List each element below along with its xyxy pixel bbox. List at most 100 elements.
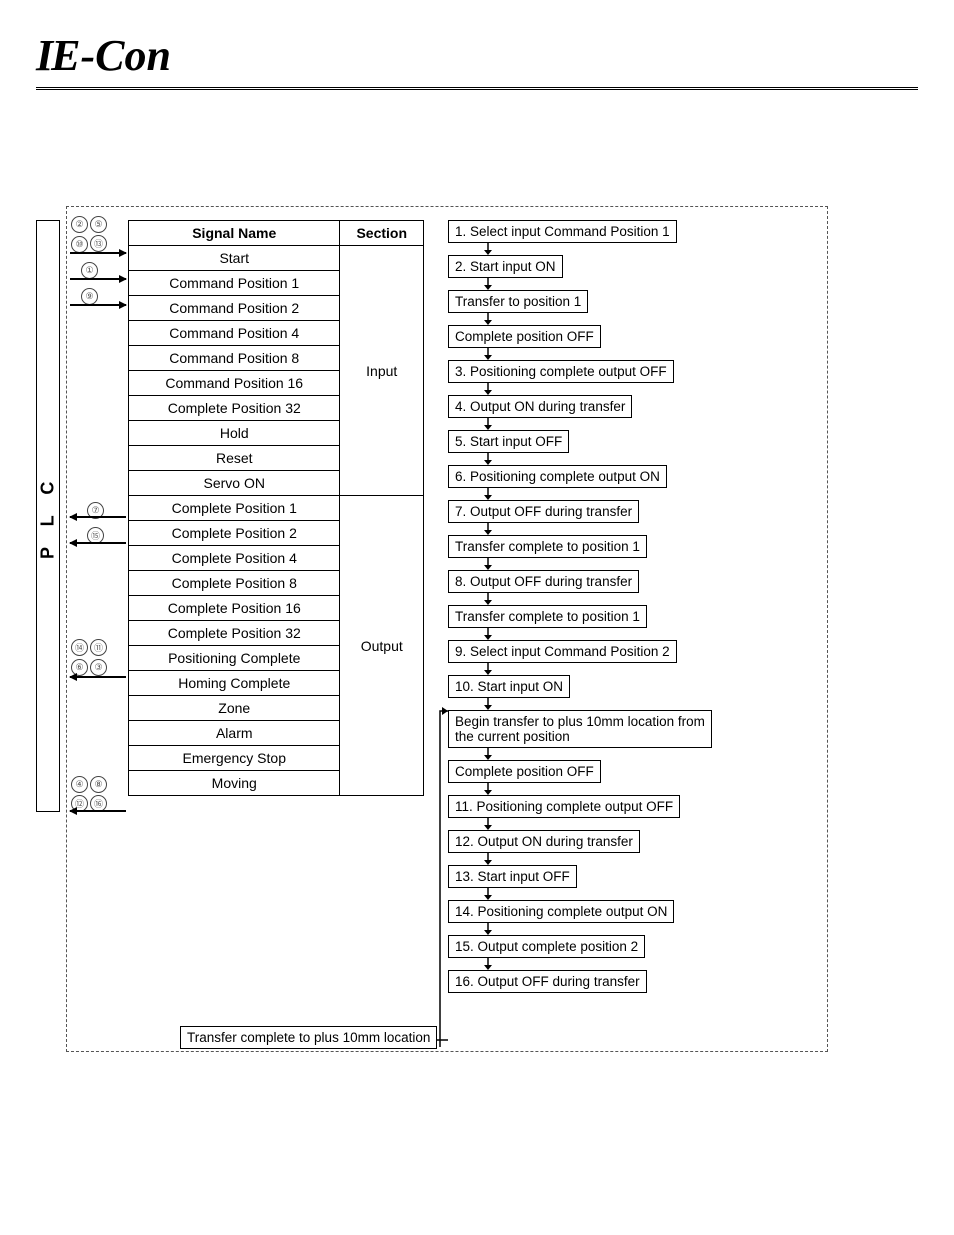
flow-step: 11. Positioning complete output OFF xyxy=(448,795,680,818)
down-arrow-icon xyxy=(482,663,822,675)
arrow-right-icon xyxy=(70,252,126,254)
flow-step: Transfer to position 1 xyxy=(448,290,588,313)
arrow-right-icon xyxy=(70,278,126,280)
flow-step: 1. Select input Command Position 1 xyxy=(448,220,677,243)
signal-cell: Emergency Stop xyxy=(129,746,340,771)
circled-number: ⑧ xyxy=(90,776,107,793)
brand-suffix: -Con xyxy=(80,30,170,81)
brand-prefix: IE xyxy=(36,30,78,81)
header-rule xyxy=(36,87,918,90)
signal-cell: Command Position 2 xyxy=(129,296,340,321)
col-header-section: Section xyxy=(340,221,424,246)
col-header-signal: Signal Name xyxy=(129,221,340,246)
down-arrow-icon xyxy=(482,348,822,360)
signal-cell: Positioning Complete xyxy=(129,646,340,671)
signal-cell: Complete Position 4 xyxy=(129,546,340,571)
down-arrow-icon xyxy=(482,243,822,255)
down-arrow-icon xyxy=(482,488,822,500)
brand-logo: IE -Con xyxy=(36,30,918,81)
circled-number: ④ xyxy=(71,776,88,793)
arrow-left-icon xyxy=(70,810,126,812)
flow-step: 6. Positioning complete output ON xyxy=(448,465,667,488)
flow-step: Transfer complete to position 1 xyxy=(448,605,647,628)
flow-step: 16. Output OFF during transfer xyxy=(448,970,647,993)
down-arrow-icon xyxy=(482,958,822,970)
arrow-left-icon xyxy=(70,542,126,544)
circled-number: ⑤ xyxy=(90,216,107,233)
flow-step: 10. Start input ON xyxy=(448,675,570,698)
signal-cell: Command Position 8 xyxy=(129,346,340,371)
signal-cell: Command Position 16 xyxy=(129,371,340,396)
down-arrow-icon xyxy=(482,923,822,935)
down-arrow-icon xyxy=(482,453,822,465)
circled-number: ⑬ xyxy=(90,235,107,252)
flow-step: Complete position OFF xyxy=(448,325,601,348)
down-arrow-icon xyxy=(482,558,822,570)
arrow-right-icon xyxy=(70,304,126,306)
flow-step: Transfer complete to position 1 xyxy=(448,535,647,558)
down-arrow-icon xyxy=(482,593,822,605)
flow-step: 8. Output OFF during transfer xyxy=(448,570,639,593)
flowchart: 1. Select input Command Position 1 2. St… xyxy=(442,220,822,993)
flow-step: 4. Output ON during transfer xyxy=(448,395,632,418)
circled-number: ⑪ xyxy=(90,639,107,656)
down-arrow-icon xyxy=(482,818,822,830)
signal-cell: Hold xyxy=(129,421,340,446)
flow-step: Complete position OFF xyxy=(448,760,601,783)
section-cell-input: Input xyxy=(340,246,424,496)
signal-cell: Command Position 1 xyxy=(129,271,340,296)
flow-step: 12. Output ON during transfer xyxy=(448,830,640,853)
flow-step: 3. Positioning complete output OFF xyxy=(448,360,674,383)
circled-number: ② xyxy=(71,216,88,233)
down-arrow-icon xyxy=(482,783,822,795)
signal-cell: Complete Position 32 xyxy=(129,621,340,646)
arrow-left-icon xyxy=(70,676,126,678)
down-arrow-icon xyxy=(482,313,822,325)
signal-cell: Complete Position 8 xyxy=(129,571,340,596)
signal-cell: Complete Position 2 xyxy=(129,521,340,546)
down-arrow-icon xyxy=(482,853,822,865)
down-arrow-icon xyxy=(482,628,822,640)
bubble-group-6: ⑭⑪ ⑥③ xyxy=(70,638,108,677)
circled-number: ③ xyxy=(90,659,107,676)
flow-step: 14. Positioning complete output ON xyxy=(448,900,674,923)
down-arrow-icon xyxy=(482,748,822,760)
bubble-group-3: ⑨ xyxy=(80,286,99,306)
feedback-arrow-icon xyxy=(432,707,448,1047)
signal-cell: Alarm xyxy=(129,721,340,746)
down-arrow-icon xyxy=(482,523,822,535)
signal-cell: Zone xyxy=(129,696,340,721)
flow-step: 5. Start input OFF xyxy=(448,430,569,453)
flow-step: 13. Start input OFF xyxy=(448,865,577,888)
final-box: Transfer complete to plus 10mm location xyxy=(180,1026,437,1049)
down-arrow-icon xyxy=(482,278,822,290)
down-arrow-icon xyxy=(482,698,822,710)
page: IE -Con P L C ②⑤ ⑩⑬ ① ⑨ ⑦ ⑮ ⑭⑪ ⑥③ ④⑧ ⑫⑯ xyxy=(0,0,954,1235)
down-arrow-icon xyxy=(482,383,822,395)
signal-cell: Complete Position 16 xyxy=(129,596,340,621)
section-cell-output: Output xyxy=(340,496,424,796)
signal-cell: Command Position 4 xyxy=(129,321,340,346)
flow-step: 7. Output OFF during transfer xyxy=(448,500,639,523)
flow-step: 2. Start input ON xyxy=(448,255,563,278)
arrow-left-icon xyxy=(70,516,126,518)
signal-cell: Complete Position 32 xyxy=(129,396,340,421)
circled-number: ① xyxy=(81,262,98,279)
circled-number: ⑭ xyxy=(71,639,88,656)
plc-block: P L C xyxy=(36,220,60,812)
signal-cell: Start xyxy=(129,246,340,271)
signal-cell: Reset xyxy=(129,446,340,471)
flow-step: Begin transfer to plus 10mm location fro… xyxy=(448,710,712,748)
signal-table: Signal Name Section StartInput Command P… xyxy=(128,220,424,796)
signal-cell: Servo ON xyxy=(129,471,340,496)
circled-number: ⑨ xyxy=(81,288,98,305)
flow-step: 9. Select input Command Position 2 xyxy=(448,640,677,663)
bubble-group-2: ① xyxy=(80,260,99,280)
diagram-area: P L C ②⑤ ⑩⑬ ① ⑨ ⑦ ⑮ ⑭⑪ ⑥③ ④⑧ ⑫⑯ xyxy=(36,220,918,1080)
down-arrow-icon xyxy=(482,418,822,430)
signal-cell: Moving xyxy=(129,771,340,796)
bubble-group-1: ②⑤ ⑩⑬ xyxy=(70,214,108,254)
signal-cell: Homing Complete xyxy=(129,671,340,696)
flow-step: 15. Output complete position 2 xyxy=(448,935,645,958)
down-arrow-icon xyxy=(482,888,822,900)
